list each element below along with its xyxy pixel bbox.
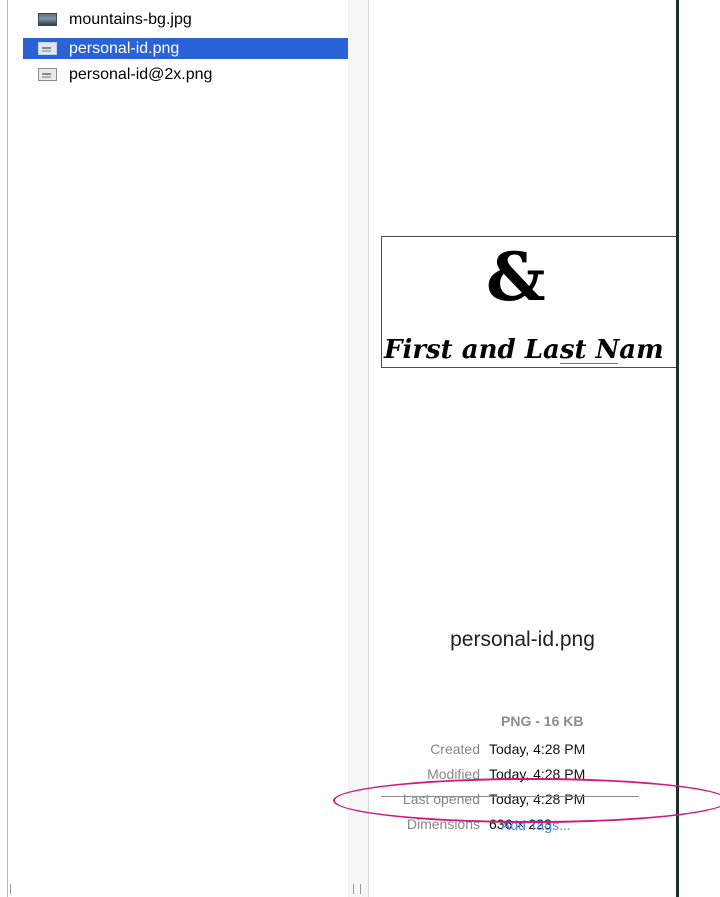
file-item-personal-id[interactable]: personal-id.png [23,38,355,59]
png-thumbnail-icon [38,68,57,81]
preview-filename: personal-id.png [450,628,595,651]
column-resize-handle[interactable] [353,884,361,894]
dimensions-highlight-annotation [333,778,720,823]
finder-window: mountains-bg.jpg personal-id.png persona… [0,0,720,897]
column-resize-handle-left[interactable] [10,884,11,894]
photo-thumbnail-icon [38,13,57,26]
image-preview: & First and Last Nam [381,236,677,368]
png-thumbnail-icon [38,42,57,55]
created-label: Created [430,740,480,757]
file-kind-size: PNG - 16 KB [501,713,584,729]
created-value: Today, 4:28 PM [489,740,586,757]
desktop-edge [679,0,720,897]
preview-pane: & First and Last Nam personal-id.png PNG… [369,0,677,897]
preview-name-text: First and Last Nam [384,335,664,365]
preview-ampersand: & [486,238,546,316]
file-name: personal-id.png [69,39,180,57]
file-column[interactable]: mountains-bg.jpg personal-id.png persona… [8,0,355,897]
file-name: mountains-bg.jpg [69,10,192,28]
file-item-mountains-bg[interactable]: mountains-bg.jpg [23,9,355,30]
file-item-personal-id-2x[interactable]: personal-id@2x.png [23,64,355,85]
file-name: personal-id@2x.png [69,65,213,83]
preview-underline [560,363,618,364]
created-row: Created Today, 4:28 PM [369,738,676,759]
column-divider[interactable] [348,0,369,897]
